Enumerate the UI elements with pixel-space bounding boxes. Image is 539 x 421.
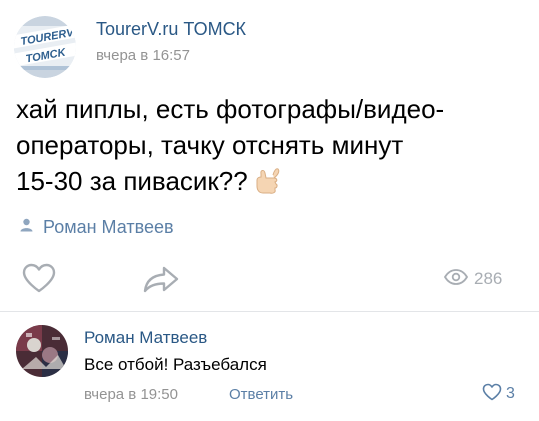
like-button[interactable]: [22, 263, 56, 293]
post-text-line: 15-30 за пивасик??: [16, 163, 531, 205]
share-button[interactable]: [142, 265, 180, 293]
comment-likes-count: 3: [506, 385, 515, 402]
eye-icon: [443, 268, 469, 290]
call-me-hand-emoji: [252, 166, 282, 205]
heart-icon: [22, 263, 56, 297]
divider: [0, 311, 539, 312]
comment-timestamp[interactable]: вчера в 19:50: [84, 386, 178, 403]
heart-outline-icon: [482, 383, 502, 406]
post-timestamp[interactable]: вчера в 16:57: [96, 47, 190, 64]
signer-name: Роман Матвеев: [43, 216, 174, 237]
comment-like-button[interactable]: 3: [482, 383, 515, 405]
person-icon: [20, 218, 33, 237]
post-text-line: операторы, тачку отснять минут: [16, 130, 404, 160]
post-text-line-content: 15-30 за пивасик??: [16, 166, 248, 196]
post-text-line: хай пиплы, есть фотографы/видео-: [16, 94, 445, 124]
post-text: хай пиплы, есть фотографы/видео- операто…: [16, 91, 531, 205]
group-avatar[interactable]: TOURERV TOMCK: [14, 16, 76, 78]
group-name-link[interactable]: TourerV.ru ТОМСК: [96, 19, 246, 40]
views-counter: 286: [443, 268, 503, 290]
comment-text: Все отбой! Разъебался: [84, 355, 267, 374]
share-arrow-icon: [142, 266, 180, 297]
comment-author-link[interactable]: Роман Матвеев: [84, 328, 207, 348]
views-count: 286: [474, 269, 503, 288]
reply-button[interactable]: Ответить: [229, 386, 293, 403]
post-signer[interactable]: Роман Матвеев: [20, 215, 174, 239]
user-avatar[interactable]: [16, 325, 68, 377]
